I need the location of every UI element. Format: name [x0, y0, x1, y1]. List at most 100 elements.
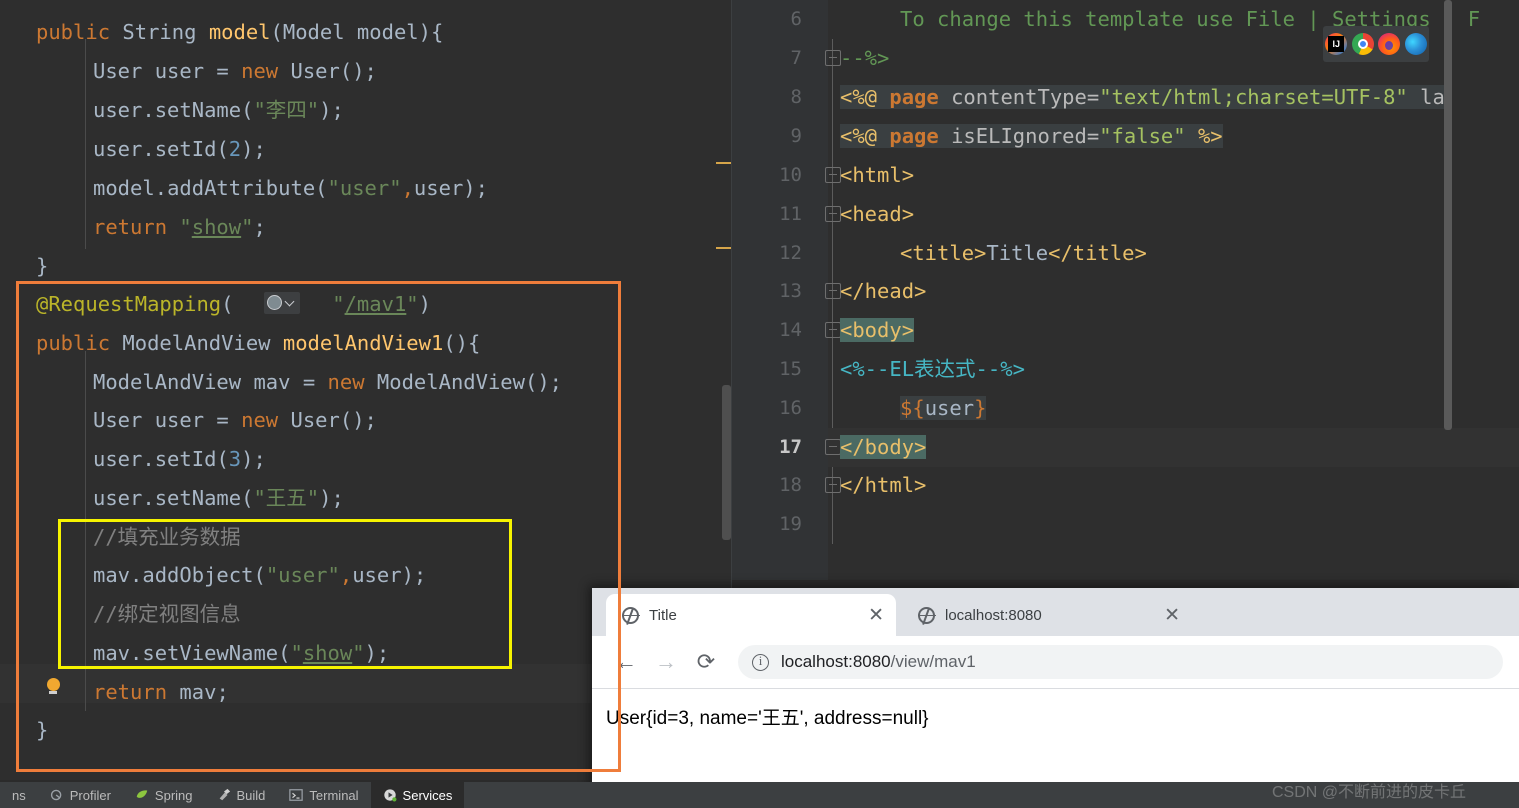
- code-token: isELIgnored=: [938, 124, 1100, 148]
- statusbar-item-spring[interactable]: Spring: [123, 782, 205, 808]
- terminal-icon: [289, 788, 304, 802]
- code-line[interactable]: }: [0, 247, 732, 286]
- statusbar-item-label: Build: [236, 787, 266, 803]
- code-line[interactable]: </head>: [840, 272, 926, 311]
- statusbar-item-services[interactable]: Services: [370, 782, 465, 808]
- line-number: 17: [779, 436, 802, 458]
- code-line[interactable]: //填充业务数据: [0, 518, 732, 557]
- fold-toggle-icon[interactable]: [825, 167, 841, 183]
- browser-tab-title[interactable]: Title ✕: [606, 594, 896, 636]
- code-line[interactable]: public String model(Model model){: [0, 13, 732, 52]
- request-mapping-globe-icon[interactable]: [264, 292, 300, 314]
- chrome-browser-window[interactable]: Title ✕ localhost:8080 ✕ + ← → ⟳ localho…: [592, 588, 1519, 808]
- java-editor-scrollbar[interactable]: [722, 385, 731, 540]
- browser-tab-localhost[interactable]: localhost:8080 ✕: [902, 594, 1192, 636]
- jsp-show-editor[interactable]: 6 To change this template use File | Sett…: [732, 0, 1519, 580]
- code-token: <head>: [840, 202, 915, 226]
- code-token: mav.: [93, 641, 143, 665]
- code-token: <%@: [840, 124, 890, 148]
- code-line[interactable]: user.setName("李四");: [0, 91, 732, 130]
- fold-toggle-icon[interactable]: [825, 477, 841, 493]
- code-token: <title>: [900, 241, 987, 265]
- code-line[interactable]: user.setId(3);: [0, 440, 732, 479]
- page-favicon-icon: [918, 606, 936, 624]
- intellij-idea-icon[interactable]: [1325, 33, 1348, 55]
- fold-toggle-icon[interactable]: [825, 50, 841, 66]
- code-token: (: [221, 292, 234, 316]
- url-host: localhost:8080: [781, 652, 891, 671]
- site-info-icon[interactable]: [752, 653, 769, 671]
- line-number: 14: [779, 319, 802, 341]
- code-token: User: [290, 59, 340, 83]
- line-number: 10: [779, 164, 802, 186]
- chrome-icon[interactable]: [1351, 33, 1374, 55]
- code-line[interactable]: </body>: [840, 428, 927, 467]
- code-token: public: [36, 20, 123, 44]
- code-token: la: [1407, 85, 1445, 109]
- code-token: model: [344, 20, 419, 44]
- code-token: contentType=: [938, 85, 1100, 109]
- code-line[interactable]: user.setName("王五");: [0, 479, 732, 518]
- close-icon[interactable]: ✕: [1146, 604, 1180, 627]
- fold-marker[interactable]: [716, 162, 732, 164]
- code-token: model.: [93, 176, 168, 200]
- statusbar-item-terminal[interactable]: Terminal: [277, 782, 370, 808]
- jsp-current-line-highlight: [828, 428, 1519, 467]
- line-number: 13: [779, 280, 802, 302]
- intention-lightbulb-icon[interactable]: [46, 678, 61, 697]
- code-line[interactable]: <%@ page contentType="text/html;charset=…: [840, 78, 1445, 117]
- code-line[interactable]: <head>: [840, 195, 914, 234]
- fold-marker[interactable]: [716, 247, 732, 249]
- code-token: ,: [339, 563, 353, 587]
- code-line[interactable]: ${user}: [840, 389, 987, 428]
- code-line[interactable]: </html>: [840, 466, 926, 505]
- code-token: ModelAndView mav: [93, 370, 303, 394]
- code-line[interactable]: public ModelAndView modelAndView1(){: [0, 324, 732, 363]
- code-token: setName: [154, 98, 242, 122]
- code-token: mav.: [93, 563, 143, 587]
- code-line[interactable]: User user = new User();: [0, 401, 732, 440]
- code-line[interactable]: --%>: [840, 39, 889, 78]
- reload-button[interactable]: ⟳: [686, 642, 726, 682]
- address-bar[interactable]: localhost:8080/view/mav1: [738, 645, 1503, 679]
- code-token: ": [241, 215, 254, 239]
- close-icon[interactable]: ✕: [850, 604, 884, 627]
- code-token: ": [290, 641, 303, 665]
- code-line[interactable]: @RequestMapping( "/mav1"): [0, 285, 732, 324]
- hammer-icon: [217, 788, 231, 802]
- back-button[interactable]: ←: [606, 642, 646, 682]
- code-token: "text/html;charset=UTF-8": [1099, 85, 1408, 109]
- edge-icon[interactable]: [1404, 33, 1427, 55]
- fold-toggle-icon[interactable]: [825, 322, 841, 338]
- statusbar-item-label: Profiler: [69, 787, 111, 803]
- code-token: "user": [327, 176, 402, 200]
- run-browser-icon-strip[interactable]: [1323, 26, 1429, 62]
- fold-toggle-icon[interactable]: [825, 439, 841, 455]
- code-line[interactable]: model.addAttribute("user",user);: [0, 169, 732, 208]
- code-token: (: [241, 486, 254, 510]
- code-line[interactable]: ModelAndView mav = new ModelAndView();: [0, 363, 732, 402]
- statusbar-item-truncated[interactable]: ns: [0, 782, 38, 808]
- fold-toggle-icon[interactable]: [825, 283, 841, 299]
- jsp-editor-scrollbar[interactable]: [1442, 0, 1454, 580]
- code-line[interactable]: return "show";: [0, 208, 732, 247]
- code-token: setId: [154, 447, 217, 471]
- code-token: );: [364, 641, 390, 665]
- statusbar-item-build[interactable]: Build: [205, 782, 278, 808]
- fold-toggle-icon[interactable]: [825, 206, 841, 222]
- code-line[interactable]: <html>: [840, 156, 914, 195]
- line-number: 19: [779, 513, 802, 535]
- code-line[interactable]: <%@ page isELIgnored="false" %>: [840, 117, 1223, 156]
- code-token: ": [332, 292, 345, 316]
- code-line[interactable]: user.setId(2);: [0, 130, 732, 169]
- code-line[interactable]: User user = new User();: [0, 52, 732, 91]
- firefox-icon[interactable]: [1378, 33, 1401, 55]
- code-line[interactable]: <body>: [840, 311, 915, 350]
- code-line[interactable]: <title>Title</title>: [840, 234, 1147, 273]
- code-token: user.: [93, 98, 155, 122]
- profiler-icon: [50, 788, 64, 802]
- code-line[interactable]: <%--EL表达式--%>: [840, 350, 1025, 389]
- statusbar-item-profiler[interactable]: Profiler: [38, 782, 123, 808]
- code-token: //填充业务数据: [93, 525, 241, 549]
- forward-button[interactable]: →: [646, 642, 686, 682]
